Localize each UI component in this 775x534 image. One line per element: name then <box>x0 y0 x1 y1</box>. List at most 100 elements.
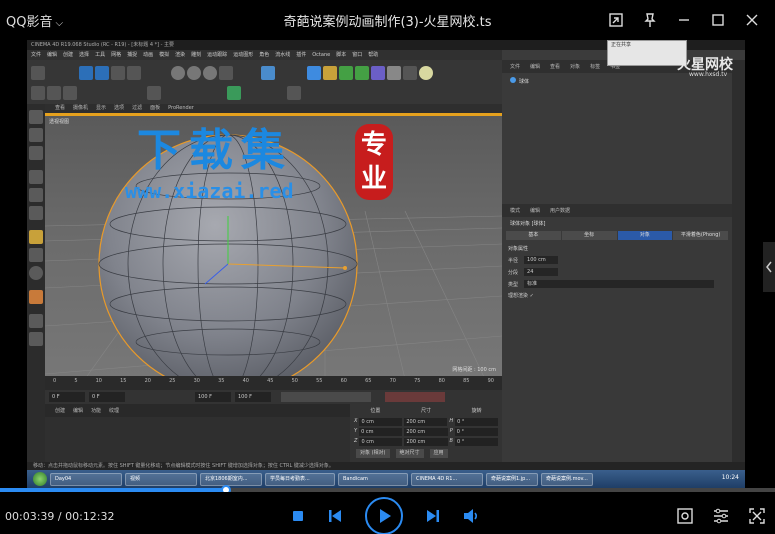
taskbar-item: 北京1806期室内... <box>200 472 262 486</box>
object-menu-item: 查看 <box>550 64 561 70</box>
minimize-button[interactable] <box>669 8 699 32</box>
points-mode-icon <box>31 86 45 100</box>
points-icon <box>29 170 43 184</box>
play-button[interactable] <box>365 497 403 534</box>
windows-taskbar: Day04 视频 北京1806期室内... 学员每日考勤表... Bandica… <box>27 470 745 488</box>
timeline-tick: 25 <box>169 378 176 384</box>
coord-pos: 0 cm <box>359 428 403 436</box>
watermark-title: 下载集 <box>137 125 293 176</box>
c4d-status: 移动：点击并拖动鼠标移动元素。按住 SHIFT 键量化移动；节点编辑模式时按住 … <box>27 462 745 470</box>
menu-item: 角色 <box>259 52 270 58</box>
timeline-tick: 20 <box>144 378 151 384</box>
frame-start-field: 0 F <box>49 392 85 402</box>
stop-button[interactable] <box>290 508 306 524</box>
video-player: QQ影音 ⌵ 奇葩说案例动画制作(3)-火星网校.ts CINEMA 4D R19… <box>0 0 775 534</box>
timeline-tick: 90 <box>487 378 494 384</box>
coord-rot-axis: B <box>449 438 453 444</box>
playlist-toggle[interactable] <box>763 242 775 292</box>
object-menu-item: 标签 <box>590 64 601 70</box>
screenshot-button[interactable] <box>676 507 694 525</box>
attr-value: 24 <box>524 268 559 276</box>
object-menu-item: 编辑 <box>530 64 541 70</box>
menu-item: 编辑 <box>47 52 58 58</box>
maximize-icon <box>712 14 724 26</box>
attr-tab-object: 对象 <box>617 231 673 240</box>
coordinates-manager: 位置 尺寸 旋转 X 0 cm 200 cm H 0 ° Y 0 cm 200 … <box>350 404 502 462</box>
coord-header: 旋转 <box>471 408 482 414</box>
viewport-menu-item: 显示 <box>96 105 107 111</box>
light-icon <box>419 66 433 80</box>
menu-item: Octane <box>312 52 331 58</box>
coord-axis: X <box>354 418 358 424</box>
taskbar-item: 视频 <box>125 472 197 486</box>
video-frame[interactable]: CINEMA 4D R19.068 Studio (RC - R19) - [未… <box>27 40 745 488</box>
coord-size: 200 cm <box>404 428 448 436</box>
frame-current-field: 0 F <box>89 392 125 402</box>
axis-icon <box>29 230 43 244</box>
menu-item: 渲染 <box>175 52 186 58</box>
menu-item: 插件 <box>296 52 307 58</box>
attr-label: 类型 <box>508 281 519 288</box>
taskbar-item: CINEMA 4D R1... <box>411 472 483 486</box>
magnet-icon <box>29 290 43 304</box>
timeline-tick: 45 <box>267 378 274 384</box>
seal-char: 专 <box>360 130 387 160</box>
mini-mode-button[interactable] <box>601 8 631 32</box>
attr-checkbox: 理想渲染 ✓ <box>508 293 534 299</box>
pin-button[interactable] <box>635 8 665 32</box>
timeline-tick: 35 <box>218 378 225 384</box>
attr-row: 分段 24 <box>502 266 732 278</box>
timeline-tick: 85 <box>463 378 470 384</box>
close-button[interactable] <box>737 8 767 32</box>
snap-icon <box>147 86 161 100</box>
mini-mode-icon <box>609 13 623 27</box>
attr-row: 类型 标准 <box>502 278 732 290</box>
volume-button[interactable] <box>462 507 480 525</box>
attr-title: 球体对象 [球体] <box>510 221 546 227</box>
timeline-tick: 5 <box>74 378 78 384</box>
coord-rot-axis: P <box>449 428 453 434</box>
workplane-icon <box>29 146 43 160</box>
next-button[interactable] <box>424 507 442 525</box>
stop-icon <box>293 511 303 521</box>
select-icon <box>79 66 93 80</box>
taskbar-item: Bandicam <box>338 472 408 486</box>
total-time: 00:12:32 <box>65 510 115 523</box>
timeline-tick: 10 <box>95 378 102 384</box>
viewport-menu-item: 面板 <box>150 105 161 111</box>
menu-item: 运动跟踪 <box>207 52 228 58</box>
fullscreen-button[interactable] <box>748 507 766 525</box>
next-icon <box>427 510 439 522</box>
edges-mode-icon <box>47 86 61 100</box>
coord-row: Y 0 cm 200 cm P 0 ° <box>350 427 502 437</box>
coord-header: 尺寸 <box>420 408 431 414</box>
move-icon <box>95 66 109 80</box>
viewport-menu: 查看 摄像机 显示 选项 过滤 面板 ProRender <box>45 104 502 113</box>
pen-icon <box>323 66 337 80</box>
time-display: 00:03:39 / 00:12:32 <box>5 510 115 523</box>
coord-size-mode-select: 绝对尺寸 <box>395 449 424 458</box>
watermark-seal: 专业 <box>355 124 393 200</box>
timeline-ruler: 0 5 10 15 20 25 30 35 40 45 50 55 60 65 … <box>45 376 502 390</box>
playback-bar: 0 F 0 F 100 F 100 F <box>45 390 502 404</box>
settings-sliders-icon <box>714 508 728 524</box>
polygons-mode-icon <box>63 86 77 100</box>
knife-icon <box>227 86 241 100</box>
coord-axis: Y <box>354 428 358 434</box>
maximize-button[interactable] <box>703 8 733 32</box>
menu-item: 文件 <box>31 52 42 58</box>
taskbar-item: Day04 <box>50 472 122 486</box>
grid-icon <box>29 332 43 346</box>
snap-tool-icon <box>29 266 43 280</box>
attr-value: 标准 <box>524 280 715 288</box>
coord-rot: 0 ° <box>455 418 499 426</box>
material-menu-item: 功能 <box>91 408 102 414</box>
coord-row: X 0 cm 200 cm H 0 ° <box>350 417 502 427</box>
menu-item: 选择 <box>79 52 90 58</box>
coord-size: 200 cm <box>404 418 448 426</box>
timeline-tick: 75 <box>414 378 421 384</box>
coord-icon <box>219 66 233 80</box>
settings-button[interactable] <box>712 507 730 525</box>
previous-button[interactable] <box>326 507 344 525</box>
timeline-tick: 30 <box>193 378 200 384</box>
